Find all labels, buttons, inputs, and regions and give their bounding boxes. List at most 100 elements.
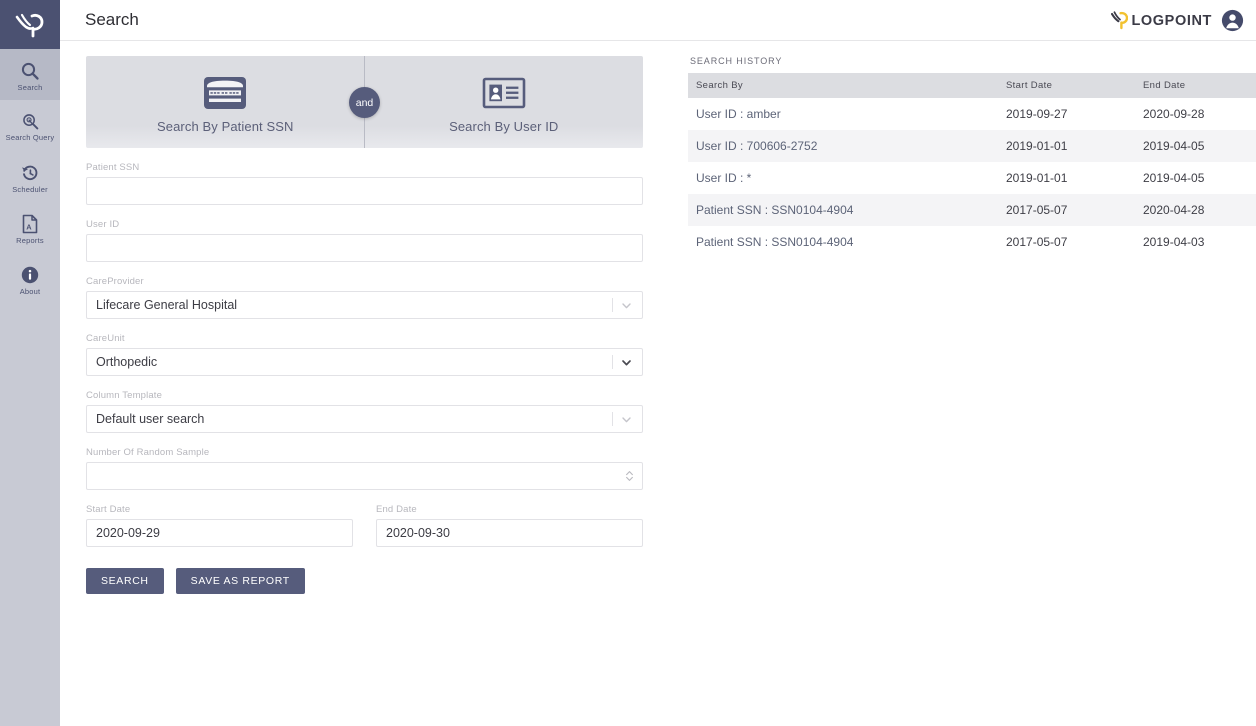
id-badge-icon	[481, 75, 527, 111]
search-by-patient-ssn-label: Search By Patient SSN	[157, 119, 294, 134]
ssn-card-icon	[202, 75, 248, 111]
sidebar-item-label-search-query: Search Query	[6, 133, 55, 142]
user-avatar-icon[interactable]	[1221, 9, 1244, 32]
cell-start-date: 2019-01-01	[998, 130, 1135, 162]
svg-text:A: A	[26, 222, 32, 231]
cell-start-date: 2019-09-27	[998, 98, 1135, 130]
info-circle-icon	[20, 265, 40, 285]
table-row[interactable]: Patient SSN : SSN0104-4904 2017-05-07 20…	[688, 194, 1256, 226]
sidebar-item-search-query[interactable]: Search Query	[0, 100, 60, 151]
end-date-input[interactable]: 2020-09-30	[376, 519, 643, 547]
column-header-search-by: Search By	[688, 73, 998, 98]
logpoint-brand: LOGPOINT	[1111, 11, 1212, 30]
search-button[interactable]: SEARCH	[86, 568, 164, 594]
end-date-label: End Date	[376, 504, 643, 515]
date-range-row: Start Date 2020-09-29 End Date 2020-09-3…	[86, 504, 676, 547]
brand-area: LOGPOINT	[1111, 9, 1244, 32]
start-date-field: Start Date 2020-09-29	[86, 504, 353, 547]
cell-end-date: 2019-04-05	[1135, 130, 1256, 162]
sidebar-item-label-about: About	[20, 287, 41, 296]
table-header: Search By Start Date End Date	[688, 73, 1256, 98]
quantity-stepper[interactable]	[625, 470, 634, 482]
patient-ssn-label: Patient SSN	[86, 162, 676, 173]
cell-start-date: 2017-05-07	[998, 226, 1135, 258]
brand-name: LOGPOINT	[1131, 13, 1212, 29]
table-row[interactable]: User ID : amber 2019-09-27 2020-09-28	[688, 98, 1256, 130]
sidebar-item-reports[interactable]: A Reports	[0, 202, 60, 253]
cell-start-date: 2019-01-01	[998, 162, 1135, 194]
pdf-document-icon: A	[21, 214, 39, 234]
search-history-table: Search By Start Date End Date User ID : …	[688, 73, 1256, 258]
patient-ssn-input[interactable]	[86, 177, 643, 205]
and-connector-badge[interactable]: and	[349, 87, 380, 118]
search-history-title: SEARCH HISTORY	[688, 56, 1256, 66]
logpoint-mark-icon	[1111, 11, 1128, 30]
cell-end-date: 2020-04-28	[1135, 194, 1256, 226]
page-title: Search	[85, 10, 139, 30]
chevron-down-icon[interactable]	[620, 356, 633, 369]
column-template-label: Column Template	[86, 390, 676, 401]
action-button-row: SEARCH SAVE AS REPORT	[86, 568, 676, 594]
cell-start-date: 2017-05-07	[998, 194, 1135, 226]
column-template-value: Default user search	[96, 412, 204, 426]
sidebar-item-label-scheduler: Scheduler	[12, 185, 48, 194]
random-sample-label: Number Of Random Sample	[86, 447, 676, 458]
search-icon	[20, 61, 40, 81]
end-date-field: End Date 2020-09-30	[376, 504, 643, 547]
top-bar: Search LOGPOINT	[60, 0, 1256, 41]
user-id-field: User ID	[86, 219, 676, 262]
table-body: User ID : amber 2019-09-27 2020-09-28 Us…	[688, 98, 1256, 258]
start-date-input[interactable]: 2020-09-29	[86, 519, 353, 547]
search-by-user-id-card[interactable]: Search By User ID	[365, 56, 644, 148]
column-template-field: Column Template Default user search	[86, 390, 676, 433]
column-header-start-date: Start Date	[998, 73, 1135, 98]
content-area: Search By Patient SSN	[60, 41, 1256, 594]
random-sample-field: Number Of Random Sample	[86, 447, 676, 490]
cell-search-by: User ID : amber	[688, 98, 998, 130]
select-separator	[612, 298, 613, 312]
user-id-input[interactable]	[86, 234, 643, 262]
random-sample-input[interactable]	[86, 462, 643, 490]
column-header-end-date: End Date	[1135, 73, 1256, 98]
save-as-report-button[interactable]: SAVE AS REPORT	[176, 568, 305, 594]
table-row[interactable]: User ID : 700606-2752 2019-01-01 2019-04…	[688, 130, 1256, 162]
care-provider-label: CareProvider	[86, 276, 676, 287]
search-mode-panel: Search By Patient SSN	[86, 56, 643, 148]
care-provider-field: CareProvider Lifecare General Hospital	[86, 276, 676, 319]
cell-end-date: 2019-04-03	[1135, 226, 1256, 258]
care-provider-value: Lifecare General Hospital	[96, 298, 237, 312]
cell-search-by: User ID : 700606-2752	[688, 130, 998, 162]
search-history-panel: SEARCH HISTORY Search By Start Date End …	[676, 41, 1256, 594]
select-separator	[612, 355, 613, 369]
sidebar: Search Search Query	[0, 0, 60, 726]
care-provider-select[interactable]: Lifecare General Hospital	[86, 291, 643, 319]
cell-search-by: Patient SSN : SSN0104-4904	[688, 226, 998, 258]
column-template-select[interactable]: Default user search	[86, 405, 643, 433]
sidebar-item-search[interactable]: Search	[0, 49, 60, 100]
chevron-down-icon[interactable]	[620, 299, 633, 312]
search-by-patient-ssn-card[interactable]: Search By Patient SSN	[86, 56, 365, 148]
search-query-icon	[21, 112, 40, 131]
care-unit-select[interactable]: Orthopedic	[86, 348, 643, 376]
select-separator	[612, 412, 613, 426]
user-id-label: User ID	[86, 219, 676, 230]
sidebar-item-label-search: Search	[18, 83, 43, 92]
cell-end-date: 2019-04-05	[1135, 162, 1256, 194]
cell-end-date: 2020-09-28	[1135, 98, 1256, 130]
search-by-user-id-label: Search By User ID	[449, 119, 558, 134]
care-unit-label: CareUnit	[86, 333, 676, 344]
main-area: Search LOGPOINT	[60, 0, 1256, 726]
cell-search-by: User ID : *	[688, 162, 998, 194]
table-row[interactable]: User ID : * 2019-01-01 2019-04-05	[688, 162, 1256, 194]
sidebar-item-about[interactable]: About	[0, 253, 60, 304]
table-row[interactable]: Patient SSN : SSN0104-4904 2017-05-07 20…	[688, 226, 1256, 258]
chevron-down-icon[interactable]	[620, 413, 633, 426]
sidebar-item-scheduler[interactable]: Scheduler	[0, 151, 60, 202]
scheduler-clock-icon	[20, 163, 40, 183]
cell-search-by: Patient SSN : SSN0104-4904	[688, 194, 998, 226]
start-date-label: Start Date	[86, 504, 353, 515]
patient-ssn-field: Patient SSN	[86, 162, 676, 205]
app-root: Search Search Query	[0, 0, 1256, 726]
logpoint-logo[interactable]	[0, 0, 60, 49]
care-unit-value: Orthopedic	[96, 355, 157, 369]
